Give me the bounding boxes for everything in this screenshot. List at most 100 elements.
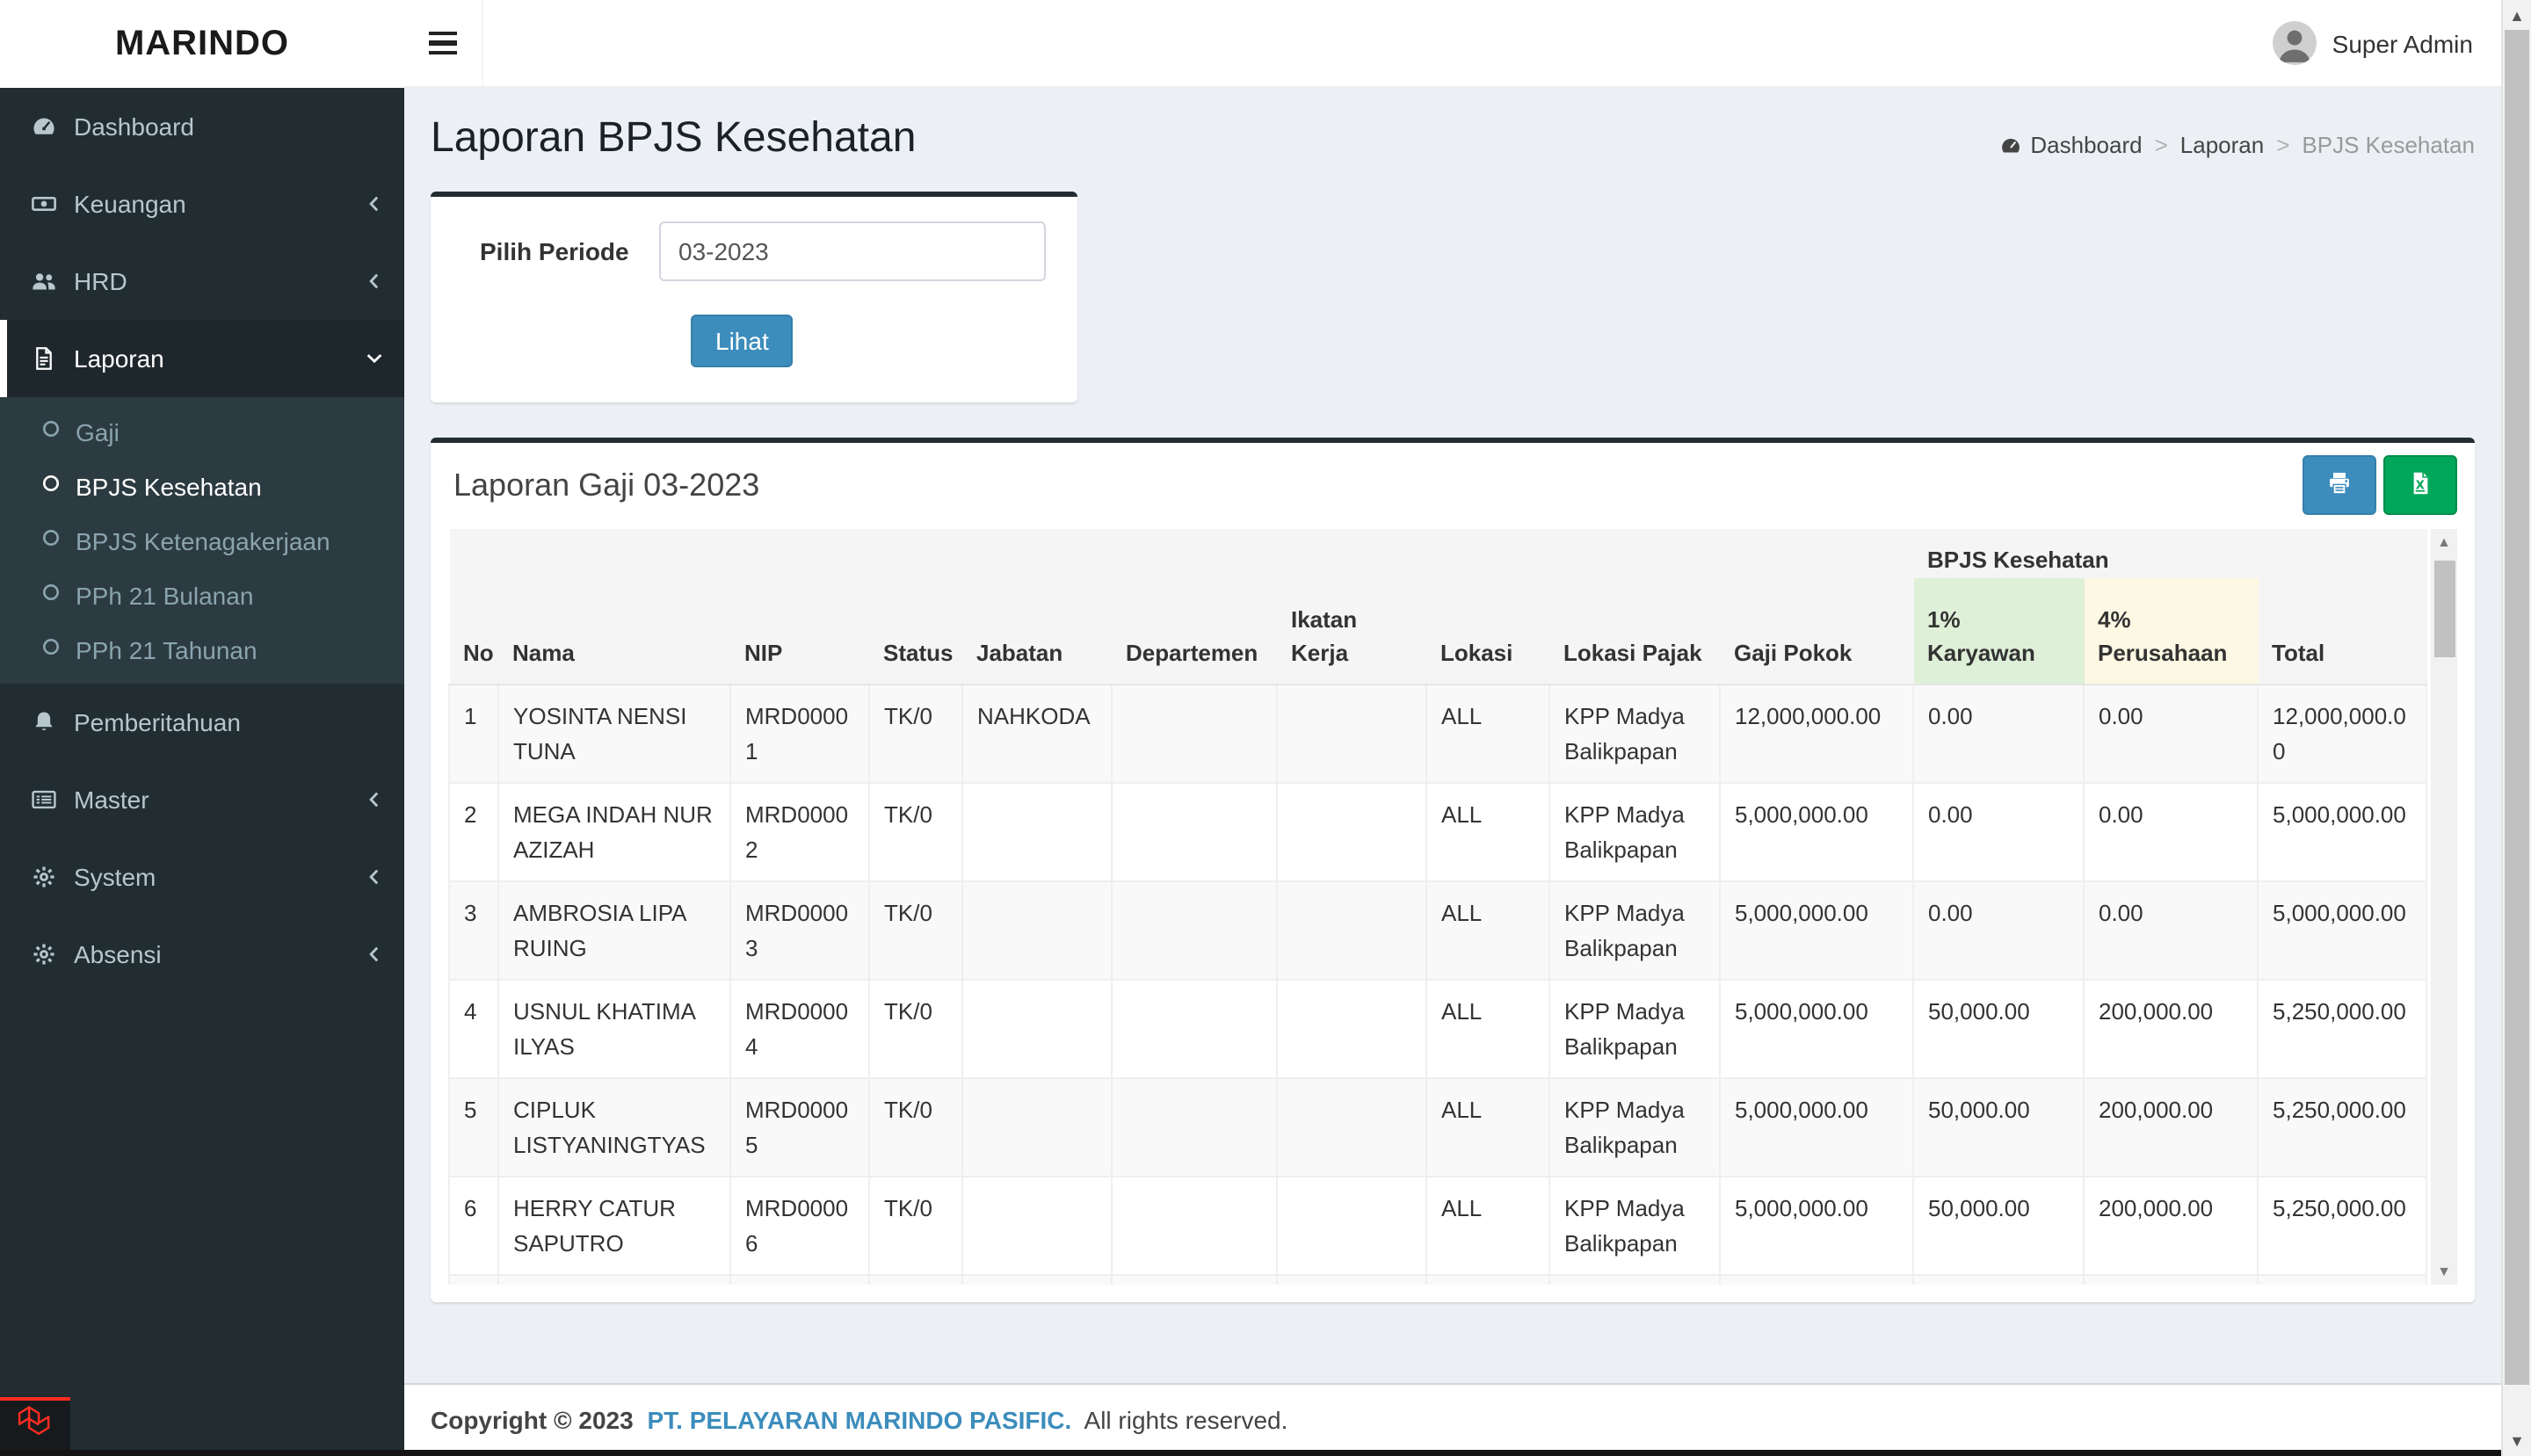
submenu-item-gaji[interactable]: Gaji: [0, 404, 404, 459]
breadcrumb-separator: >: [2154, 132, 2168, 158]
table-cell: 0.00: [1912, 782, 2085, 882]
table-cell: 2: [448, 782, 499, 882]
table-cell: 5,000,000.00: [1719, 782, 1914, 882]
table-header-cell: 4% Perusahaan: [2084, 578, 2259, 685]
top-navbar: Super Admin: [404, 0, 2501, 88]
page-scroll-up-icon[interactable]: ▲: [2503, 0, 2531, 30]
chevron-left-icon: [362, 787, 387, 812]
table-cell: [1111, 880, 1278, 981]
table-cell: 0.00: [1912, 684, 2085, 784]
sidebar-item-label: Absensi: [74, 940, 162, 968]
brand-logo[interactable]: MARINDO: [0, 0, 404, 88]
table-scrollbar-thumb[interactable]: [2433, 561, 2455, 657]
submenu-item-pph-21-bulanan[interactable]: PPh 21 Bulanan: [0, 568, 404, 622]
submenu-item-bpjs-ketenagakerjaan[interactable]: BPJS Ketenagakerjaan: [0, 513, 404, 568]
sidebar-item-pemberitahuan[interactable]: Pemberitahuan: [0, 684, 404, 761]
sidebar-item-hrd[interactable]: HRD: [0, 243, 404, 320]
table-cell: TK/0: [868, 782, 963, 882]
table-cell: [961, 880, 1113, 981]
sidebar-item-label: System: [74, 863, 156, 891]
table-cell: 12,000,000.00: [2257, 684, 2428, 784]
sidebar-toggle-button[interactable]: [404, 0, 483, 86]
page-scroll-down-icon[interactable]: ▼: [2503, 1426, 2531, 1456]
sidebar-item-absensi[interactable]: Absensi: [0, 916, 404, 993]
submenu-item-pph-21-tahunan[interactable]: PPh 21 Tahunan: [0, 622, 404, 677]
table-cell: TK/0: [868, 880, 963, 981]
table-header-cell: Status: [869, 578, 962, 685]
table-cell: ALL: [1425, 1077, 1550, 1177]
table-cell: KPP Madya Balikpapan: [1548, 1077, 1721, 1177]
table-cell: 5,250,000.00: [2257, 1077, 2428, 1177]
scroll-up-icon[interactable]: ▲: [2431, 529, 2457, 555]
table-cell: 12,000,000.00: [1719, 684, 1914, 784]
sidebar-item-label: Dashboard: [74, 112, 194, 141]
period-input[interactable]: [659, 221, 1046, 281]
table-cell: YOSINTA NENSI TUNA: [497, 684, 731, 784]
table-cell: MRD00006: [729, 1176, 870, 1276]
submenu-item-label: PPh 21 Tahunan: [76, 635, 257, 663]
table-cell: HERRY CATUR SAPUTRO: [497, 1176, 731, 1276]
page-scrollbar-thumb[interactable]: [2505, 30, 2529, 1385]
sidebar-item-label: Pemberitahuan: [74, 708, 241, 736]
table-cell: [1111, 782, 1278, 882]
report-table: BPJS Kesehatan No Nama NIP Status Jabatan Depa…: [448, 529, 2428, 1285]
page-scrollbar[interactable]: ▲ ▼: [2501, 0, 2531, 1456]
table-cell: MRD00001: [729, 684, 870, 784]
footer-company-link[interactable]: PT. PELAYARAN MARINDO PASIFIC.: [647, 1407, 1071, 1435]
table-row: 5 CIPLUK LISTYANINGTYAS MRD00005 TK/0 ALL KPP…: [448, 1077, 2428, 1177]
table-cell: [1276, 1176, 1427, 1276]
breadcrumb-item-bpjs-kesehatan: BPJS Kesehatan: [2302, 132, 2475, 158]
circle-icon: [39, 471, 76, 501]
scroll-down-icon[interactable]: ▼: [2431, 1258, 2457, 1285]
lihat-button[interactable]: Lihat: [691, 315, 794, 367]
sidebar-item-dashboard[interactable]: Dashboard: [0, 88, 404, 165]
print-button[interactable]: [2303, 455, 2376, 515]
table-cell: 6: [448, 1176, 499, 1276]
table-cell: [1276, 880, 1427, 981]
table-cell: 50,000.00: [1912, 979, 2085, 1079]
table-cell: 5,000,000.00: [2257, 880, 2428, 981]
app-window: MARINDO Dashboard Keuangan HRD Laporan Gaji B…: [0, 0, 2531, 1456]
table-header-cell: Lokasi Pajak: [1549, 578, 1720, 685]
user-menu[interactable]: Super Admin: [2272, 21, 2501, 65]
table-cell: 1: [448, 684, 499, 784]
sidebar-item-label: Keuangan: [74, 190, 186, 218]
table-cell: 4: [448, 979, 499, 1079]
money-icon: [32, 192, 74, 216]
table-cell: 5,000,000.00: [1719, 880, 1914, 981]
excel-button[interactable]: X: [2383, 455, 2457, 515]
users-icon: [32, 269, 74, 293]
table-cell: [1276, 1077, 1427, 1177]
table-cell: [1276, 979, 1427, 1079]
table-cell: KPP Madya Balikpapan: [1548, 880, 1721, 981]
table-cell: [1111, 1176, 1278, 1276]
table-cell: 200,000.00: [2082, 1176, 2259, 1276]
table-cell: KPP Madya Balikpapan: [1548, 684, 1721, 784]
table-cell: [1111, 979, 1278, 1079]
table-cell: [1111, 1077, 1278, 1177]
table-cell: MRD00004: [729, 979, 870, 1079]
table-cell: TK/0: [868, 1077, 963, 1177]
submenu-item-bpjs-kesehatan[interactable]: BPJS Kesehatan: [0, 459, 404, 513]
filter-card: Pilih Periode Lihat: [431, 192, 1077, 402]
sidebar-item-master[interactable]: Master: [0, 761, 404, 838]
sidebar-item-keuangan[interactable]: Keuangan: [0, 165, 404, 243]
submenu-item-label: Gaji: [76, 417, 120, 445]
footer-rights: All rights reserved.: [1084, 1406, 1288, 1435]
breadcrumb-item-dashboard[interactable]: Dashboard: [2000, 132, 2143, 158]
sidebar-item-laporan[interactable]: Laporan: [0, 320, 404, 397]
debugbar[interactable]: [0, 1450, 2501, 1456]
breadcrumb-item-laporan[interactable]: Laporan: [2180, 132, 2264, 158]
chevron-left-icon: [362, 865, 387, 889]
gear-icon: [32, 865, 74, 889]
sidebar-item-system[interactable]: System: [0, 838, 404, 916]
table-cell: 0.00: [2082, 684, 2259, 784]
report-title: Laporan Gaji 03-2023: [453, 467, 760, 502]
laravel-debugbar-toggle[interactable]: [0, 1397, 70, 1450]
sidebar-item-label: HRD: [74, 267, 127, 295]
table-group-header: BPJS Kesehatan: [1913, 529, 2259, 578]
table-scrollbar[interactable]: ▲ ▼: [2431, 529, 2457, 1285]
bell-icon: [32, 710, 74, 735]
table-cell: [961, 979, 1113, 1079]
table-cell: [961, 1077, 1113, 1177]
